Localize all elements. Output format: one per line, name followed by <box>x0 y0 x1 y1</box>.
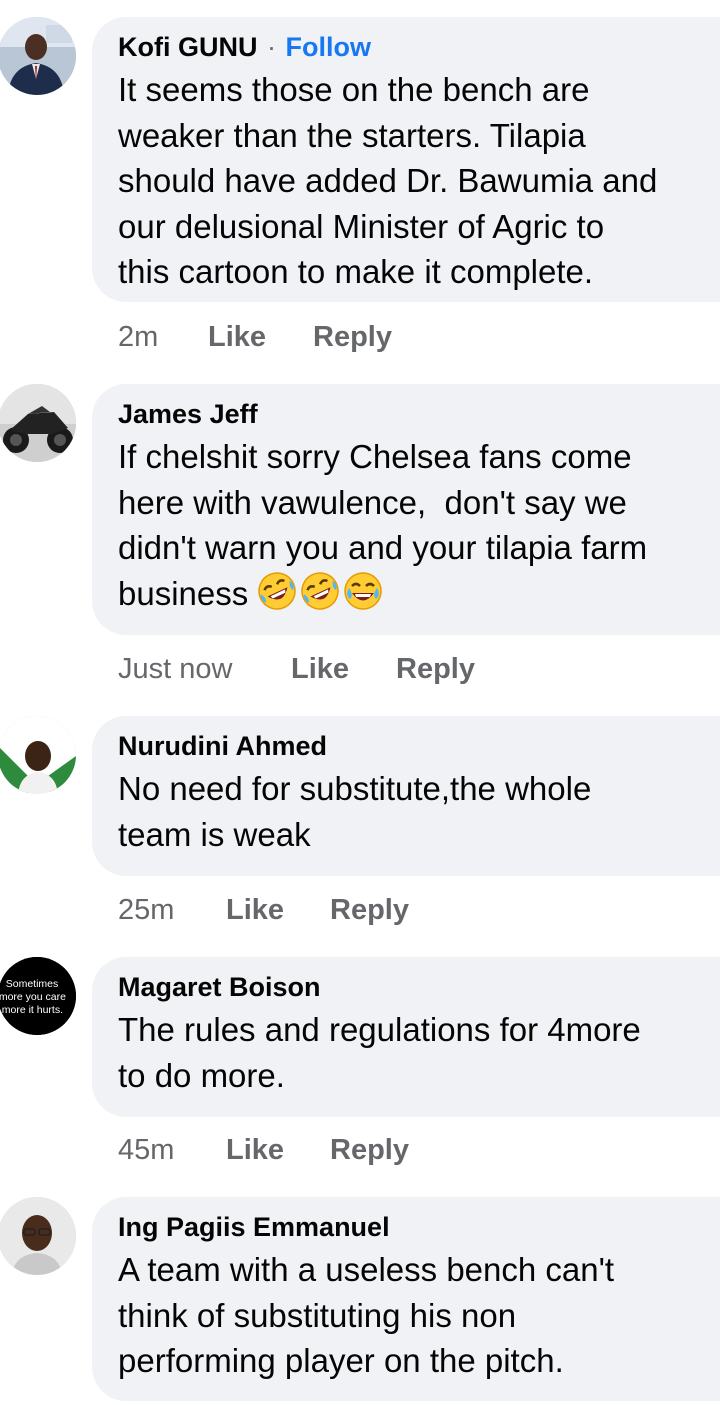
comment-time[interactable]: 25m <box>118 890 226 930</box>
author-name[interactable]: Magaret Boison <box>118 972 321 1002</box>
avatar-quote-line: e more you care <box>0 991 66 1003</box>
comment-bubble: Kofi GUNU · Follow It seems those on the… <box>92 17 720 302</box>
author-row: Magaret Boison <box>118 967 720 1007</box>
comment-bubble: Magaret Boison The rules and regulations… <box>92 957 720 1117</box>
follow-button[interactable]: Follow <box>286 32 371 62</box>
avatar[interactable] <box>0 17 76 95</box>
reply-button[interactable]: Reply <box>396 649 475 689</box>
reply-button[interactable]: Reply <box>330 1130 409 1170</box>
like-button[interactable]: Like <box>208 317 313 357</box>
avatar-quote-line: e more it hurts. <box>0 1004 63 1016</box>
comment-actions: 2m Like Reply <box>118 317 392 357</box>
author-name[interactable]: Ing Pagiis Emmanuel <box>118 1212 390 1242</box>
avatar[interactable] <box>0 1197 76 1275</box>
separator: · <box>267 32 276 62</box>
avatar-photo-icon <box>0 17 76 95</box>
comment-actions: Just now Like Reply <box>118 649 475 689</box>
comment-actions: 25m Like Reply <box>118 890 409 930</box>
like-button[interactable]: Like <box>226 1130 330 1170</box>
rolling-on-floor-laughing-emoji-icon <box>258 571 297 610</box>
avatar-quote-line: Sometimes <box>6 978 59 990</box>
comment-bubble: James Jeff If chelshit sorry Chelsea fan… <box>92 384 720 635</box>
author-name[interactable]: Nurudini Ahmed <box>118 731 327 761</box>
comment-text: No need for substitute,the whole team is… <box>118 770 592 853</box>
comment-time[interactable]: Just now <box>118 649 291 689</box>
avatar-photo-icon <box>0 1197 76 1275</box>
like-button[interactable]: Like <box>291 649 396 689</box>
author-row: James Jeff <box>118 394 720 434</box>
author-row: Nurudini Ahmed <box>118 726 720 766</box>
avatar[interactable]: Sometimes e more you care e more it hurt… <box>0 957 76 1035</box>
comment-actions: 45m Like Reply <box>118 1130 409 1170</box>
avatar-photo-icon <box>0 716 76 794</box>
author-row: Ing Pagiis Emmanuel <box>118 1207 720 1247</box>
comment-bubble: Nurudini Ahmed No need for substitute,th… <box>92 716 720 876</box>
comment-time[interactable]: 2m <box>118 317 208 357</box>
comment-time[interactable]: 45m <box>118 1130 226 1170</box>
author-row: Kofi GUNU · Follow <box>118 27 720 67</box>
comment-text: If chelshit sorry Chelsea fans come here… <box>118 434 720 616</box>
like-button[interactable]: Like <box>226 890 330 930</box>
tears-of-joy-emoji-icon <box>344 571 383 610</box>
reply-button[interactable]: Reply <box>330 890 409 930</box>
author-name[interactable]: Kofi GUNU <box>118 32 257 62</box>
comment-text: The rules and regulations for 4more to d… <box>118 1011 641 1094</box>
author-name[interactable]: James Jeff <box>118 399 258 429</box>
comment-text: It seems those on the bench are weaker t… <box>118 71 658 290</box>
comment-text: A team with a useless bench can't think … <box>118 1251 615 1379</box>
avatar[interactable] <box>0 384 76 462</box>
comment-bubble: Ing Pagiis Emmanuel A team with a useles… <box>92 1197 720 1401</box>
avatar[interactable] <box>0 716 76 794</box>
rolling-on-floor-laughing-emoji-icon <box>301 571 340 610</box>
quote-avatar-icon: Sometimes e more you care e more it hurt… <box>0 957 76 1035</box>
motorcycle-avatar-icon <box>0 384 76 462</box>
reply-button[interactable]: Reply <box>313 317 392 357</box>
